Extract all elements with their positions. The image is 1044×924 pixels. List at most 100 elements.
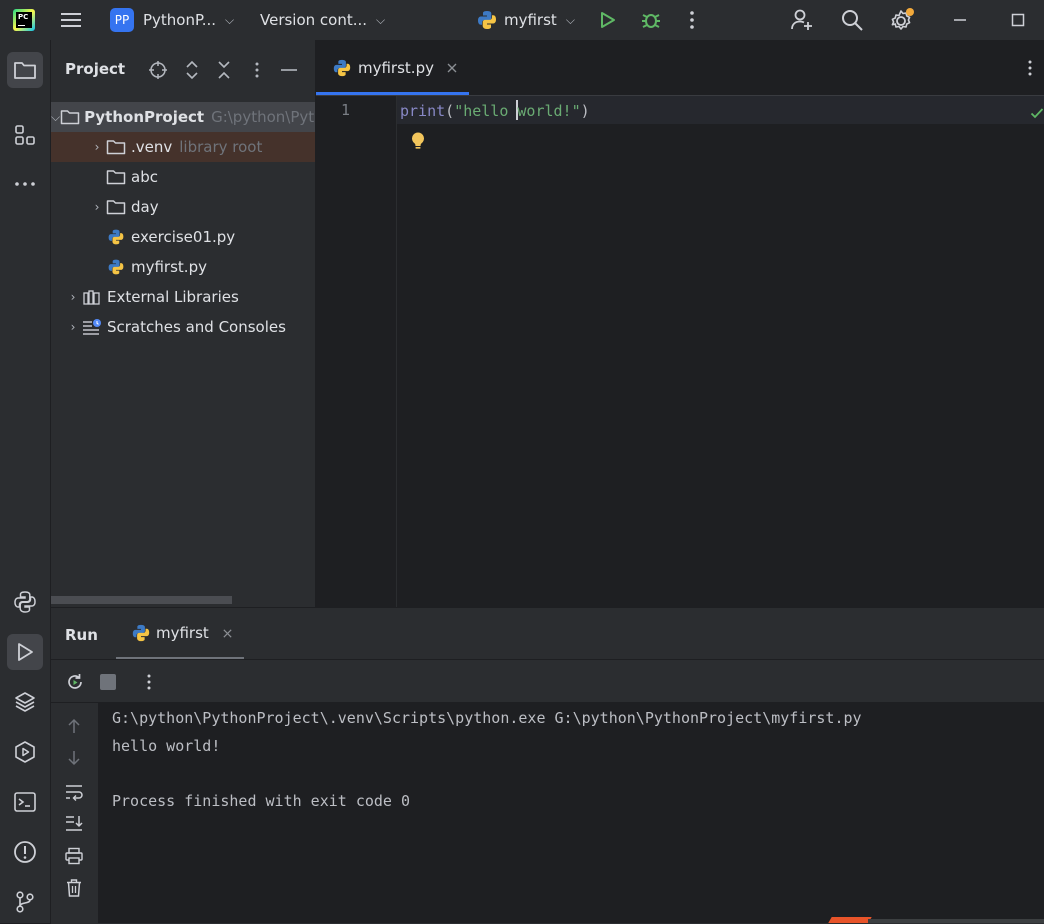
main-menu-button[interactable]: [60, 0, 82, 40]
terminal-icon: [14, 792, 36, 812]
console-line: G:\python\PythonProject\.venv\Scripts\py…: [112, 709, 862, 727]
floating-widget-edge: [828, 917, 872, 923]
tree-item-label: abc: [131, 168, 158, 186]
more-actions-button[interactable]: [688, 0, 696, 40]
stop-icon[interactable]: [100, 674, 116, 690]
tree-item-path: G:\python\PythonProject: [211, 108, 315, 126]
tree-item-myfirst[interactable]: myfirst.py: [51, 252, 315, 282]
run-console[interactable]: [98, 703, 1044, 923]
hamburger-menu-icon: [61, 13, 81, 27]
scroll-up-button[interactable]: [64, 716, 84, 736]
tree-item-abc[interactable]: abc: [51, 162, 315, 192]
tree-item-label: day: [131, 198, 159, 216]
project-switcher[interactable]: PP PythonP... ⌵: [110, 0, 234, 40]
services-icon: [15, 741, 35, 763]
terminal-tool-button[interactable]: [7, 784, 43, 820]
run-icon: [601, 12, 615, 28]
soft-wrap-button[interactable]: [64, 782, 84, 802]
editor-gutter: [316, 96, 397, 607]
project-badge: PP: [110, 8, 134, 32]
project-options-button[interactable]: [246, 59, 268, 81]
expand-all-button[interactable]: [181, 59, 203, 81]
close-icon[interactable]: [222, 628, 233, 639]
rerun-icon[interactable]: [65, 672, 85, 692]
python-file-icon: [132, 624, 150, 642]
inspection-ok-icon[interactable]: [1030, 106, 1044, 120]
left-tool-window-bar: [0, 40, 51, 923]
run-panel-header: Run myfirst: [51, 608, 1044, 660]
chevron-right-icon[interactable]: ›: [65, 320, 81, 334]
structure-tool-button[interactable]: [7, 117, 43, 153]
chevron-down-icon[interactable]: ⌵: [51, 110, 60, 125]
tree-item-scratches[interactable]: › Scratches and Consoles: [51, 312, 315, 342]
scroll-to-end-button[interactable]: [64, 813, 84, 833]
lightbulb-icon[interactable]: [409, 131, 427, 151]
folder-icon: [105, 198, 127, 216]
run-tab-myfirst[interactable]: myfirst: [131, 623, 233, 643]
clear-console-button[interactable]: [64, 878, 84, 898]
run-panel-title: Run: [65, 626, 98, 644]
git-icon: [16, 891, 34, 913]
more-vertical-icon[interactable]: [1027, 59, 1033, 77]
tree-item-project-root[interactable]: ⌵ PythonProject G:\python\PythonProject: [51, 102, 315, 132]
minimize-button[interactable]: [953, 0, 967, 40]
services-tool-button[interactable]: [7, 734, 43, 770]
code-string-part: world!": [517, 102, 581, 120]
scroll-up-icon: [68, 718, 80, 733]
layers-tool-button[interactable]: [7, 684, 43, 720]
hide-panel-button[interactable]: [278, 59, 300, 81]
chevron-right-icon[interactable]: ›: [89, 200, 105, 214]
floating-widget-bar: [868, 919, 1044, 923]
maximize-button[interactable]: [1011, 0, 1025, 40]
vcs-widget[interactable]: Version cont... ⌵: [260, 0, 385, 40]
run-config-selector[interactable]: myfirst ⌵: [476, 0, 575, 40]
chevron-right-icon[interactable]: ›: [89, 140, 105, 154]
locate-file-button[interactable]: [147, 59, 169, 81]
problems-tool-button[interactable]: [7, 834, 43, 870]
folder-icon: [105, 138, 127, 156]
git-tool-button[interactable]: [7, 884, 43, 920]
tree-item-label: myfirst.py: [131, 258, 207, 276]
editor-area: [316, 40, 1044, 607]
folder-icon: [14, 62, 36, 79]
print-button[interactable]: [64, 846, 84, 866]
tree-item-venv[interactable]: › .venv library root: [51, 132, 315, 162]
tree-item-label: External Libraries: [107, 288, 239, 306]
project-horizontal-scrollbar[interactable]: [51, 596, 232, 604]
tree-item-day[interactable]: › day: [51, 192, 315, 222]
debug-button[interactable]: [640, 0, 662, 40]
active-run-tab-indicator: [116, 657, 244, 659]
python-packages-button[interactable]: [7, 584, 43, 620]
expand-all-icon: [186, 60, 198, 80]
more-vertical-icon: [690, 11, 694, 29]
pycharm-logo-icon[interactable]: PC: [13, 9, 35, 31]
scroll-down-button[interactable]: [64, 748, 84, 768]
close-icon[interactable]: [446, 62, 458, 74]
problems-icon: [14, 841, 36, 863]
trash-icon: [67, 879, 81, 897]
add-user-icon: [791, 9, 812, 30]
python-file-icon: [478, 11, 496, 29]
settings-button[interactable]: [889, 0, 915, 40]
more-vertical-icon[interactable]: [146, 673, 152, 691]
run-panel-icon: [18, 643, 33, 661]
chevron-right-icon[interactable]: ›: [65, 290, 81, 304]
run-tab-label: myfirst: [156, 624, 209, 642]
project-tool-button[interactable]: [7, 52, 43, 88]
chevron-down-icon: ⌵: [565, 12, 575, 27]
more-tools-button[interactable]: [7, 166, 43, 202]
run-button[interactable]: [597, 0, 617, 40]
tree-item-exercise01[interactable]: exercise01.py: [51, 222, 315, 252]
active-tab-indicator: [316, 92, 469, 95]
code-with-me-button[interactable]: [790, 0, 814, 40]
run-tool-button[interactable]: [7, 634, 43, 670]
scratches-icon: [81, 318, 103, 336]
crosshair-icon: [149, 61, 167, 79]
code-line-1[interactable]: print("hello world!"): [400, 100, 590, 120]
console-line: hello world!: [112, 737, 221, 755]
collapse-all-button[interactable]: [213, 59, 235, 81]
editor-tab-myfirst[interactable]: myfirst.py: [332, 40, 458, 95]
search-button[interactable]: [840, 0, 864, 40]
tree-item-external-libraries[interactable]: › External Libraries: [51, 282, 315, 312]
tree-item-label: PythonProject: [84, 108, 205, 126]
